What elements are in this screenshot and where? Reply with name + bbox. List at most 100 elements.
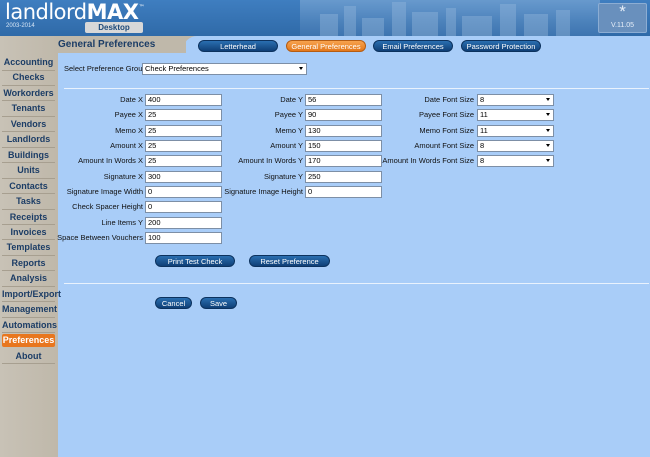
page-title: General Preferences (58, 36, 186, 53)
sidebar-divider (2, 146, 55, 148)
sidebar-divider (2, 301, 55, 303)
edition-badge: Desktop (85, 22, 143, 33)
amount-x-value: 25 (148, 141, 157, 151)
space-between-vouchers-value: 100 (148, 233, 161, 243)
sidebar-item-accounting[interactable]: Accounting (2, 56, 55, 69)
sidebar-item-landlords[interactable]: Landlords (2, 133, 55, 146)
space-between-vouchers-input[interactable]: 100 (145, 232, 222, 245)
signature-x-label: Signature X (103, 171, 143, 181)
check-spacer-height-input[interactable]: 0 (145, 201, 222, 214)
signature-image-width-input[interactable]: 0 (145, 186, 222, 199)
memo-font-size-label: Memo Font Size (419, 125, 474, 135)
sidebar-item-units[interactable]: Units (2, 164, 55, 177)
date-font-size-value: 8 (480, 95, 485, 104)
memo-font-size-select[interactable]: 11 (477, 124, 554, 137)
sidebar-item-management[interactable]: Management (2, 303, 57, 316)
sidebar-item-contacts[interactable]: Contacts (2, 180, 55, 193)
sidebar-divider (2, 316, 55, 318)
save-button[interactable]: Save (200, 297, 237, 309)
sidebar-item-checks[interactable]: Checks (2, 71, 55, 84)
amount-in-words-y-input[interactable]: 170 (305, 155, 382, 168)
date-x-input[interactable]: 400 (145, 94, 222, 106)
sidebar-item-invoices[interactable]: Invoices (2, 226, 55, 239)
app-header: landlordMAX™ 2003-2014 Desktop * V.11.05 (0, 0, 650, 36)
amount-in-words-font-size-select[interactable]: 8 (477, 155, 554, 168)
payee-y-input[interactable]: 90 (305, 109, 382, 122)
sidebar-divider (2, 224, 55, 225)
sidebar-item-templates[interactable]: Templates (2, 241, 55, 254)
sidebar-divider (2, 177, 55, 179)
chevron-down-icon (299, 67, 303, 70)
sidebar-divider (2, 363, 55, 365)
sidebar-divider (2, 270, 55, 272)
memo-x-value: 25 (148, 125, 157, 135)
signature-image-height-input[interactable]: 0 (305, 186, 382, 199)
preference-group-value: Check Preferences (145, 64, 209, 73)
sidebar-item-about[interactable]: About (2, 350, 55, 363)
sidebar-item-analysis[interactable]: Analysis (2, 272, 55, 285)
line-items-y-label: Line Items Y (101, 217, 143, 227)
amount-font-size-select[interactable]: 8 (477, 140, 554, 153)
sidebar-item-receipts[interactable]: Receipts (2, 211, 55, 224)
check-spacer-height-value: 0 (148, 202, 153, 212)
sidebar-item-import-export[interactable]: Import/Export (2, 288, 61, 301)
payee-x-value: 25 (148, 110, 157, 120)
date-y-input[interactable]: 56 (305, 94, 382, 106)
tab-letterhead[interactable]: Letterhead (198, 40, 278, 52)
copyright-years: 2003-2014 (6, 23, 35, 29)
payee-x-input[interactable]: 25 (145, 109, 222, 122)
signature-image-height-label: Signature Image Height (224, 187, 303, 197)
amount-x-input[interactable]: 25 (145, 140, 222, 153)
print-test-check-button[interactable]: Print Test Check (155, 255, 235, 267)
memo-y-label: Memo Y (275, 125, 303, 135)
tab-email-preferences[interactable]: Email Preferences (373, 40, 453, 52)
chevron-down-icon (546, 159, 550, 163)
signature-image-height-value: 0 (308, 187, 313, 197)
payee-y-label: Payee Y (274, 110, 303, 120)
memo-font-size-value: 11 (480, 125, 488, 135)
sidebar-item-buildings[interactable]: Buildings (2, 149, 55, 162)
sidebar-divider (2, 100, 55, 102)
amount-font-size-value: 8 (480, 141, 485, 151)
sidebar-item-workorders[interactable]: Workorders (2, 87, 55, 100)
date-font-size-select[interactable]: 8 (477, 94, 554, 106)
memo-y-input[interactable]: 130 (305, 124, 382, 137)
sidebar-item-tenants[interactable]: Tenants (2, 102, 55, 115)
sidebar-item-preferences[interactable]: Preferences (2, 334, 55, 348)
signature-image-width-label: Signature Image Width (66, 187, 143, 197)
amount-y-value: 150 (308, 141, 321, 151)
sidebar-item-automations[interactable]: Automations (2, 319, 57, 332)
sidebar-divider (2, 69, 55, 71)
signature-image-width-value: 0 (148, 187, 153, 197)
tab-general-preferences[interactable]: General Preferences (286, 40, 366, 52)
sidebar-item-reports[interactable]: Reports (2, 257, 55, 270)
logo-trademark: ™ (138, 4, 144, 11)
sidebar-item-vendors[interactable]: Vendors (2, 118, 55, 131)
tab-password-protection[interactable]: Password Protection (461, 40, 541, 52)
amount-in-words-y-label: Amount In Words Y (238, 156, 303, 166)
amount-y-input[interactable]: 150 (305, 140, 382, 153)
signature-y-input[interactable]: 250 (305, 170, 382, 183)
date-font-size-label: Date Font Size (424, 95, 474, 104)
memo-x-label: Memo X (115, 125, 143, 135)
amount-y-label: Amount Y (270, 141, 303, 151)
version-label: V.11.05 (611, 22, 634, 29)
preference-group-label: Select Preference Group (64, 64, 147, 73)
cancel-button[interactable]: Cancel (155, 297, 192, 309)
signature-y-label: Signature Y (263, 171, 303, 181)
line-items-y-input[interactable]: 200 (145, 216, 222, 229)
sidebar-divider (2, 131, 55, 133)
sidebar-divider (2, 162, 55, 164)
memo-y-value: 130 (308, 125, 321, 135)
date-x-value: 400 (148, 95, 161, 104)
sidebar-item-tasks[interactable]: Tasks (2, 195, 55, 208)
preference-group-select[interactable]: Check Preferences (142, 63, 307, 75)
signature-x-value: 300 (148, 171, 161, 181)
amount-in-words-font-size-label: Amount In Words Font Size (382, 156, 474, 166)
date-x-label: Date X (120, 95, 143, 104)
signature-x-input[interactable]: 300 (145, 170, 222, 183)
reset-preference-button[interactable]: Reset Preference (249, 255, 330, 267)
memo-x-input[interactable]: 25 (145, 124, 222, 137)
amount-in-words-x-input[interactable]: 25 (145, 155, 222, 168)
payee-font-size-select[interactable]: 11 (477, 109, 554, 122)
